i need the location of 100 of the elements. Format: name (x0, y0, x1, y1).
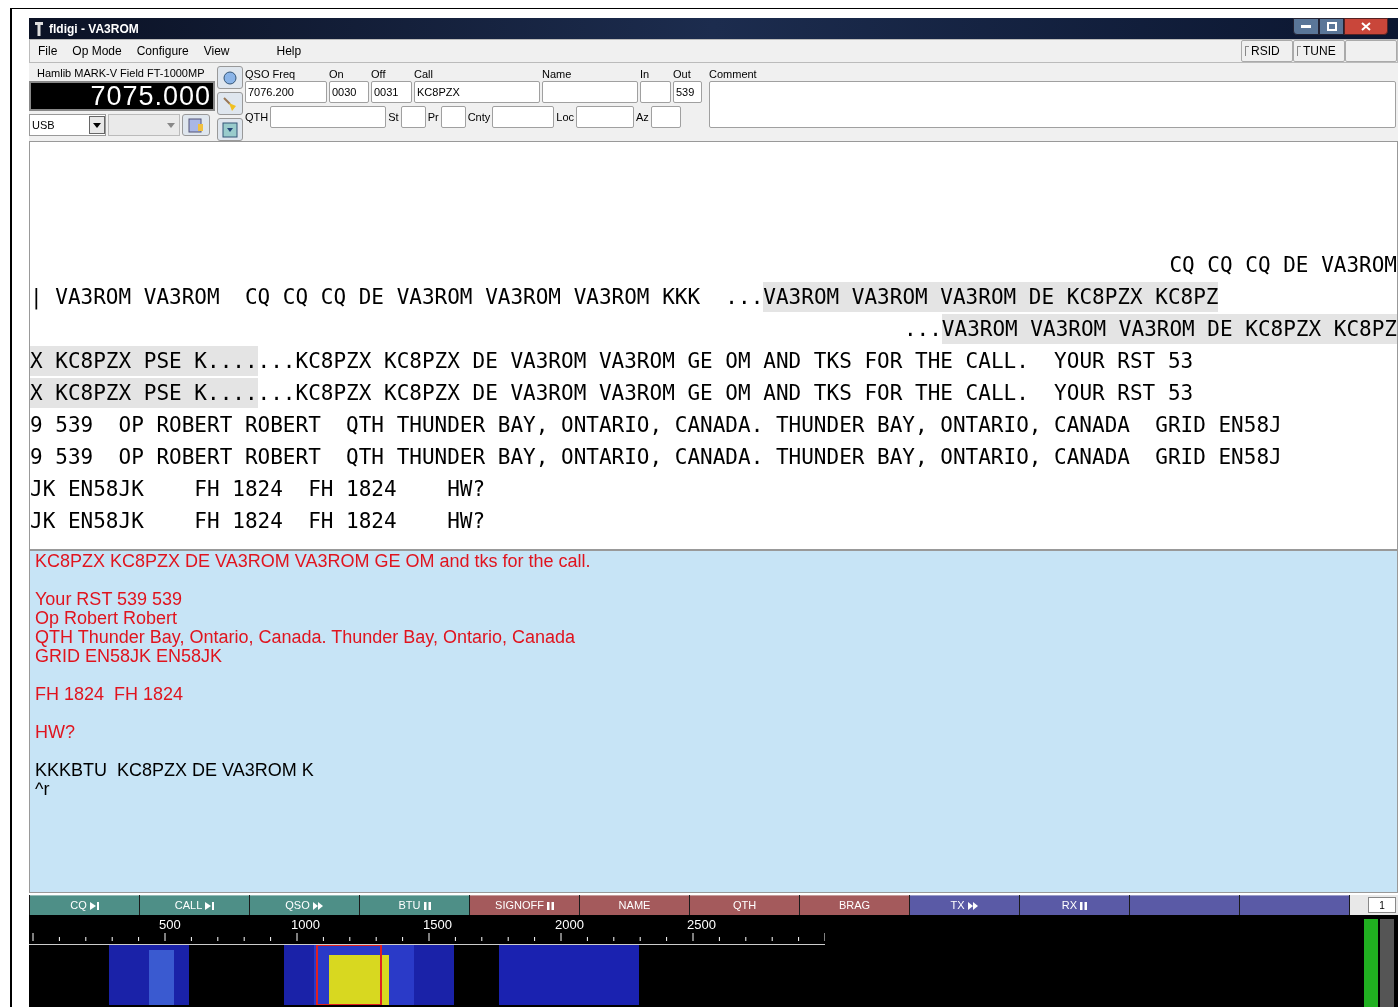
field-label: Cnty (467, 109, 491, 125)
macro-button[interactable]: TX (910, 895, 1019, 915)
field-label: Az (636, 109, 649, 125)
frequency-display[interactable]: 7075.000 (29, 81, 215, 111)
text-field[interactable] (400, 106, 426, 128)
transmit-pane[interactable] (29, 550, 1398, 893)
pause-icon (546, 901, 554, 910)
macro-button[interactable]: CQ (30, 895, 139, 915)
field-label: St (388, 109, 399, 125)
transmit-text: ^r (35, 780, 51, 799)
field-label: In (640, 67, 651, 81)
field-label: Call (414, 67, 434, 81)
decoded-text: CQ CQ CQ DE VA3ROM (1169, 252, 1397, 279)
text-field[interactable] (542, 81, 638, 103)
globe-button[interactable] (217, 66, 243, 89)
broom-icon (222, 95, 238, 112)
transmit-text: FH 1824 FH 1824 (35, 685, 185, 704)
decoded-text: ... (903, 316, 942, 343)
decoded-text: | VA3ROM VA3ROM CQ CQ CQ DE VA3ROM VA3ROM VA3ROM KKK ... (30, 284, 764, 312)
macro-button[interactable]: QSO (250, 895, 359, 915)
bandwidth-dropdown[interactable] (108, 114, 180, 136)
close-button[interactable] (1344, 18, 1388, 35)
decoded-text: ...KC8PZX KC8PZX DE VA3ROM VA3ROM GE OM AND TKS FOR THE CALL. YOUR RST 53 (257, 348, 1194, 375)
indicator-icon (1245, 46, 1249, 56)
spare-button[interactable] (1345, 40, 1397, 62)
transmit-text: GRID EN58JK EN58JK (35, 647, 224, 666)
scale-label: 2500 (687, 916, 716, 934)
scale-label: 1500 (423, 916, 452, 934)
macro-button[interactable]: RX (1020, 895, 1129, 915)
transmit-text: QTH Thunder Bay, Ontario, Canada. Thunder Bay, Ontario, Canada (35, 628, 576, 647)
macro-button[interactable]: BRAG (800, 895, 909, 915)
macro-button[interactable]: SIGNOFF (470, 895, 579, 915)
minimize-button[interactable] (1293, 18, 1319, 35)
mode-dropdown[interactable]: USB (29, 114, 106, 136)
text-field[interactable]: 7076.200 (245, 81, 327, 103)
close-icon (1361, 22, 1371, 31)
clear-button[interactable] (217, 92, 243, 115)
macro-button[interactable]: BTU (360, 895, 469, 915)
scale-label: 500 (159, 916, 181, 934)
decoded-text: JK EN58JK FH 1824 FH 1824 HW? (30, 508, 486, 535)
decoded-text: ...KC8PZX KC8PZX DE VA3ROM VA3ROM GE OM AND TKS FOR THE CALL. YOUR RST 53 (257, 380, 1194, 407)
toggle-button[interactable]: RSID (1241, 40, 1293, 62)
macro-button[interactable]: NAME (580, 895, 689, 915)
macro-button[interactable]: CALL (140, 895, 249, 915)
decoded-text: 9 539 OP ROBERT ROBERT QTH THUNDER BAY, ONTARIO, CANADA. THUNDER BAY, ONTARIO, CANADA GRID EN58J (30, 412, 1282, 439)
toggle-button[interactable]: TUNE (1293, 40, 1345, 62)
globe-icon (223, 70, 237, 85)
save-log-button[interactable] (217, 118, 243, 141)
menu-item[interactable]: Help (276, 42, 302, 60)
field-label: Pr (427, 109, 439, 125)
macro-button[interactable] (1130, 895, 1239, 915)
text-field[interactable]: 0030 (329, 81, 369, 103)
field-label: Off (371, 67, 387, 81)
fast-forward-icon (967, 901, 979, 910)
transmit-text: HW? (35, 723, 76, 742)
play-icon (205, 901, 215, 910)
transmit-text: KKKBTU KC8PZX DE VA3ROM K (35, 761, 315, 780)
rig-name: Hamlib MARK-V Field FT-1000MP (36, 66, 206, 81)
text-field[interactable]: 0031 (371, 81, 412, 103)
menu-item[interactable]: Op Mode (72, 42, 122, 60)
text-field[interactable] (650, 106, 681, 128)
text-field[interactable] (640, 81, 671, 103)
scale-label: 2000 (555, 916, 584, 934)
text-field[interactable]: KC8PZX (414, 81, 540, 103)
field-label: Name (542, 67, 573, 81)
scale-label: 1000 (291, 916, 320, 934)
decoded-text: VA3ROM VA3ROM VA3ROM DE KC8PZX KC8PZ (941, 314, 1397, 344)
decoded-text: X KC8PZX PSE K.... (30, 346, 258, 376)
decoded-text: 9 539 OP ROBERT ROBERT QTH THUNDER BAY, ONTARIO, CANADA. THUNDER BAY, ONTARIO, CANADA GRID EN58J (30, 444, 1282, 471)
window-title: fldigi - VA3ROM (49, 20, 139, 38)
text-field[interactable] (270, 106, 387, 128)
field-label: QTH (245, 109, 269, 125)
menu-item[interactable]: View (203, 42, 230, 60)
maximize-button[interactable] (1319, 18, 1344, 35)
comment-field[interactable] (709, 81, 1396, 128)
fast-forward-icon (312, 901, 324, 910)
decoded-text: X KC8PZX PSE K.... (30, 378, 258, 408)
play-icon (89, 901, 99, 910)
pause-icon (423, 901, 431, 910)
field-label: Comment (709, 67, 758, 81)
save-icon (222, 121, 238, 138)
menu-item[interactable]: File (38, 42, 58, 60)
indicator-icon (1297, 46, 1301, 56)
text-field[interactable] (492, 106, 555, 128)
text-field[interactable]: 539 (673, 81, 702, 103)
macro-set-button[interactable]: 1 (1368, 897, 1396, 913)
transmit-text: Your RST 539 539 (35, 590, 184, 609)
transmit-text: Op Robert Robert (35, 609, 179, 628)
macro-button[interactable]: QTH (690, 895, 799, 915)
field-label: Loc (556, 109, 574, 125)
notes-button[interactable] (182, 114, 210, 136)
restore-icon (1326, 22, 1337, 31)
menu-item[interactable]: Configure (136, 42, 189, 60)
macro-button[interactable] (1240, 895, 1349, 915)
notepad-icon (188, 117, 204, 133)
field-label: QSO Freq (245, 67, 297, 81)
text-field[interactable] (576, 106, 634, 128)
decoded-text: VA3ROM VA3ROM VA3ROM DE KC8PZX KC8PZ (763, 282, 1219, 312)
text-field[interactable] (440, 106, 466, 128)
dropdown-arrow-icon (167, 122, 175, 128)
